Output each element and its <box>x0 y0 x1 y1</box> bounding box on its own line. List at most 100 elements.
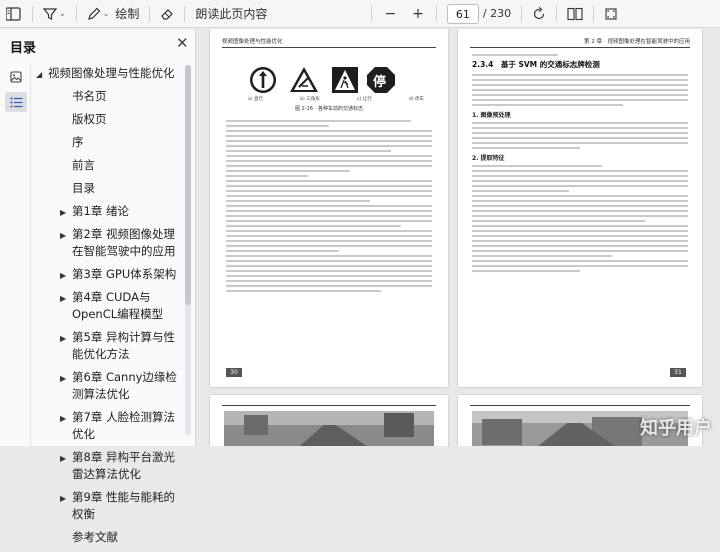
subsection-title: 2. 提取特征 <box>472 155 505 162</box>
header-text: 第 2 章 视频图像处理在智能驾驶中的应用 <box>584 39 690 45</box>
page-layout-button[interactable] <box>561 0 589 28</box>
toc-item-label: 第2章 视频图像处理在智能驾驶中的应用 <box>72 227 176 258</box>
toc-item-label: 版权页 <box>72 112 107 126</box>
sidebar-scrollbar[interactable] <box>185 65 191 435</box>
read-aloud-button[interactable]: 朗读此页内容 <box>189 0 273 28</box>
toc-item[interactable]: 序 <box>34 134 180 151</box>
body-text-block <box>226 117 432 295</box>
toolbar-divider <box>593 5 595 22</box>
toc-item-label: 视频图像处理与性能优化 <box>48 66 175 80</box>
watermark: 知乎用户 <box>640 418 712 439</box>
chevron-down-icon: ⌄ <box>102 9 110 18</box>
toolbar-divider <box>149 5 151 22</box>
toc-item[interactable]: 参考文献 <box>34 529 180 546</box>
toolbar-divider <box>75 5 77 22</box>
traffic-sign-figure: 停 <box>248 65 418 95</box>
toc-item[interactable]: ▶ 第6章 Canny边缘检测算法优化 <box>34 369 180 403</box>
toc-list: ◢ 视频图像处理与性能优化书名页版权页序前言目录 ▶ 第1章 绪论 ▶ 第2章 视频图像处… <box>34 65 180 552</box>
expand-arrow-icon[interactable]: ▶ <box>60 227 66 244</box>
page-number: 30 <box>226 368 242 377</box>
road-photo <box>224 411 434 446</box>
toc-item-label: 目录 <box>72 181 95 195</box>
pen-icon <box>87 7 101 21</box>
collapse-arrow-icon[interactable]: ◢ <box>36 66 42 83</box>
toc-item-label: 第7章 人脸检测算法优化 <box>72 410 175 441</box>
fit-page-icon <box>604 7 618 21</box>
document-canvas: 视频图像处理与性能优化 停 a) 直行 b) 三角形 c) 让行 d) 停车 图… <box>197 29 720 446</box>
toc-item[interactable]: ▶ 第5章 异构计算与性能优化方法 <box>34 329 180 363</box>
fit-page-button[interactable] <box>598 0 624 28</box>
subsection-title: 1. 图像预处理 <box>472 112 511 119</box>
expand-arrow-icon[interactable]: ▶ <box>60 410 66 427</box>
body-text-block: 2.3.4 基于 SVM 的交通标志牌检测 1. 图像预处理 2. 提取特征 <box>472 51 688 275</box>
eraser-button[interactable] <box>154 0 180 28</box>
plus-icon: + <box>412 5 424 22</box>
toc-item[interactable]: ▶ 第1章 绪论 <box>34 203 180 220</box>
expand-arrow-icon[interactable]: ▶ <box>60 370 66 387</box>
toc-item-label: 第3章 GPU体系架构 <box>72 267 177 281</box>
toc-item[interactable]: ◢ 视频图像处理与性能优化 <box>34 65 180 82</box>
toc-item[interactable]: 书名页 <box>34 88 180 105</box>
figure-caption: 图 2-16 各种车前的交通标志 <box>295 106 363 112</box>
expand-arrow-icon[interactable]: ▶ <box>60 450 66 467</box>
toc-item[interactable]: 目录 <box>34 180 180 197</box>
page-right: 第 2 章 视频图像处理在智能驾驶中的应用 2.3.4 基于 SVM 的交通标志… <box>458 29 702 387</box>
toc-item[interactable]: ▶ 第9章 性能与能耗的权衡 <box>34 489 180 523</box>
page-total: / 230 <box>482 7 512 20</box>
filter-button[interactable]: ⌄ <box>37 0 72 28</box>
zoom-out-button[interactable]: − <box>376 0 404 28</box>
expand-arrow-icon[interactable]: ▶ <box>60 204 66 221</box>
filter-icon <box>43 7 57 21</box>
close-icon[interactable]: ✕ <box>176 35 189 51</box>
zoom-in-button[interactable]: + <box>404 0 432 28</box>
toc-item-label: 前言 <box>72 158 95 172</box>
two-page-icon <box>567 7 583 21</box>
page-header: 视频图像处理与性能优化 <box>222 37 436 48</box>
header-text: 视频图像处理与性能优化 <box>222 39 283 45</box>
page-number: 31 <box>670 368 686 377</box>
toc-item[interactable]: ▶ 第2章 视频图像处理在智能驾驶中的应用 <box>34 226 180 260</box>
expand-arrow-icon[interactable]: ▶ <box>60 330 66 347</box>
tab-outline[interactable] <box>5 92 27 112</box>
page-left: 视频图像处理与性能优化 停 a) 直行 b) 三角形 c) 让行 d) 停车 图… <box>210 29 448 387</box>
toc-item[interactable]: ▶ 第3章 GPU体系架构 <box>34 266 180 283</box>
toc-item[interactable]: ▶ 第7章 人脸检测算法优化 <box>34 409 180 443</box>
image-icon <box>10 68 22 87</box>
toolbar-divider <box>184 5 186 22</box>
page-header <box>222 403 436 406</box>
toolbar-divider <box>521 5 523 22</box>
expand-arrow-icon[interactable]: ▶ <box>60 490 66 507</box>
sign-label: c) 让行 <box>357 97 372 102</box>
tab-thumbnails[interactable] <box>5 67 27 87</box>
rotate-button[interactable] <box>526 0 552 28</box>
page-number-input[interactable]: 61 <box>446 3 479 24</box>
sign-label: d) 停车 <box>408 97 424 102</box>
toc-item-label: 第1章 绪论 <box>72 204 129 218</box>
toc-item[interactable]: ▶ 第4章 CUDA与OpenCL编程模型 <box>34 289 180 323</box>
toolbar-divider <box>435 5 437 22</box>
toc-item-label: 第9章 性能与能耗的权衡 <box>72 490 175 521</box>
section-title: 2.3.4 基于 SVM 的交通标志牌检测 <box>472 60 600 69</box>
toc-item-label: 第8章 异构平台激光雷达算法优化 <box>72 450 175 481</box>
expand-arrow-icon[interactable]: ▶ <box>60 290 66 307</box>
toc-item[interactable]: 版权页 <box>34 111 180 128</box>
page-header: 第 2 章 视频图像处理在智能驾驶中的应用 <box>470 37 690 48</box>
panel-title: 目录 <box>10 41 37 56</box>
rotate-icon <box>532 6 546 21</box>
toc-item-label: 第5章 异构计算与性能优化方法 <box>72 330 175 361</box>
minus-icon: − <box>384 5 397 22</box>
toc-item[interactable]: ▶ 第8章 异构平台激光雷达算法优化 <box>34 449 180 483</box>
toc-item-label: 序 <box>72 135 84 149</box>
scrollbar-thumb[interactable] <box>185 65 191 305</box>
toolbar-divider <box>32 5 33 22</box>
toc-item[interactable]: 前言 <box>34 157 180 174</box>
sign-label: a) 直行 <box>248 97 263 102</box>
list-view-button[interactable] <box>0 0 28 28</box>
page-next-left <box>210 395 448 446</box>
expand-arrow-icon[interactable]: ▶ <box>60 267 66 284</box>
draw-button[interactable]: ⌄ 绘制 <box>81 0 146 28</box>
toc-item-label: 参考文献 <box>72 530 118 544</box>
read-aloud-label: 朗读此页内容 <box>195 7 268 21</box>
toc-item-label: 书名页 <box>72 89 107 103</box>
sign-label: b) 三角形 <box>300 97 320 102</box>
